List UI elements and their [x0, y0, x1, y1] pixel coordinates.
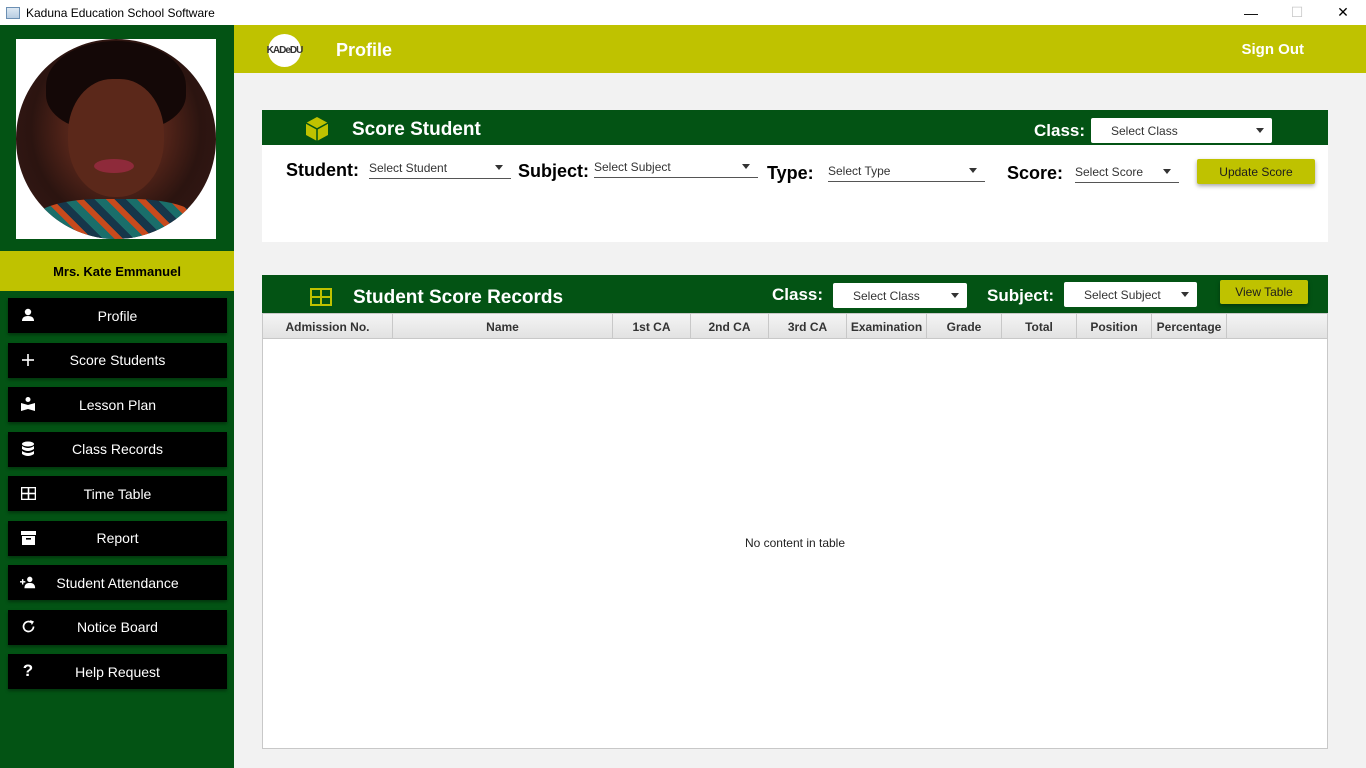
sidebar-nav: Profile Score Students Lesson Plan Class…: [8, 298, 227, 699]
column-header-3rd-ca[interactable]: 3rd CA: [769, 314, 847, 339]
column-header-name[interactable]: Name: [393, 314, 613, 339]
sidebar-item-student-attendance[interactable]: Student Attendance: [8, 565, 227, 600]
score-records-title: Student Score Records: [353, 287, 564, 308]
type-label: Type:: [767, 163, 814, 183]
user-name-bar: Mrs. Kate Emmanuel: [0, 251, 234, 291]
subject-select-value: Select Subject: [594, 159, 671, 174]
column-header-grade[interactable]: Grade: [927, 314, 1002, 339]
records-subject-select-value: Select Subject: [1084, 287, 1161, 302]
chevron-down-icon: [1181, 292, 1189, 297]
chevron-down-icon: [742, 164, 750, 169]
chevron-down-icon: [969, 168, 977, 173]
column-header-2nd-ca[interactable]: 2nd CA: [691, 314, 769, 339]
minimize-button[interactable]: —: [1228, 0, 1274, 25]
column-header-admission-no[interactable]: Admission No.: [263, 314, 393, 339]
score-select[interactable]: Select Score: [1075, 161, 1179, 183]
window-titlebar: Kaduna Education School Software — ☐ ✕: [0, 0, 1366, 25]
table-header: Admission No. Name 1st CA 2nd CA 3rd CA …: [263, 314, 1327, 339]
student-select[interactable]: Select Student: [369, 157, 511, 179]
window-title: Kaduna Education School Software: [26, 5, 215, 20]
sidebar-item-label: Lesson Plan: [78, 396, 157, 413]
subject-label: Subject:: [518, 161, 590, 181]
sidebar-item-notice-board[interactable]: Notice Board: [8, 609, 227, 645]
sidebar-item-label: Help Request: [75, 663, 160, 680]
logo-text: KADeDU: [266, 45, 304, 56]
score-select-value: Select Score: [1075, 164, 1144, 179]
records-class-select[interactable]: Select Class: [833, 283, 967, 308]
chevron-down-icon: [1163, 169, 1171, 174]
sidebar-item-score-students[interactable]: Score Students: [8, 342, 227, 378]
column-header-1st-ca[interactable]: 1st CA: [613, 314, 691, 339]
sidebar-item-class-records[interactable]: Class Records: [8, 431, 227, 467]
window-controls: — ☐ ✕: [1228, 0, 1366, 25]
type-select-value: Select Type: [828, 163, 891, 178]
column-header-percentage[interactable]: Percentage: [1152, 314, 1227, 339]
update-score-button[interactable]: Update Score: [1197, 159, 1315, 184]
school-logo: KADeDU: [266, 34, 304, 67]
maximize-button[interactable]: ☐: [1274, 0, 1320, 25]
empty-table-message: No content in table: [744, 536, 846, 550]
sidebar-item-label: Notice Board: [77, 619, 158, 635]
records-class-select-value: Select Class: [853, 288, 920, 303]
sidebar-item-label: Score Students: [69, 352, 166, 368]
score-label: Score:: [1007, 163, 1064, 183]
profile-photo-frame: [16, 39, 216, 239]
close-button[interactable]: ✕: [1320, 0, 1366, 25]
question-icon: ?: [22, 661, 34, 680]
page-title: Profile: [336, 40, 393, 60]
table-icon: [310, 288, 332, 306]
records-class-label: Class:: [772, 285, 824, 304]
score-student-header: Score Student Class: Select Class: [262, 110, 1328, 145]
sign-out-button[interactable]: Sign Out: [1242, 41, 1305, 58]
user-name: Mrs. Kate Emmanuel: [53, 263, 181, 279]
cube-icon: [305, 117, 329, 141]
view-table-button[interactable]: View Table: [1220, 280, 1308, 304]
student-label: Student:: [286, 160, 359, 180]
person-icon: [20, 307, 36, 323]
records-subject-select[interactable]: Select Subject: [1064, 282, 1197, 307]
class-select-value: Select Class: [1111, 123, 1178, 138]
score-records-header: Student Score Records Class: Select Clas…: [262, 275, 1328, 313]
class-label: Class:: [1034, 121, 1086, 140]
sidebar-item-label: Time Table: [83, 485, 152, 502]
sidebar-item-lesson-plan[interactable]: Lesson Plan: [8, 387, 227, 422]
chevron-down-icon: [1256, 128, 1264, 133]
archive-icon: [20, 530, 36, 546]
database-icon: [20, 441, 36, 457]
score-records-table: Admission No. Name 1st CA 2nd CA 3rd CA …: [262, 313, 1328, 749]
sidebar-item-time-table[interactable]: Time Table: [8, 476, 227, 511]
type-select[interactable]: Select Type: [828, 160, 985, 182]
chevron-down-icon: [495, 165, 503, 170]
column-header-examination[interactable]: Examination: [847, 314, 927, 339]
column-header-position[interactable]: Position: [1077, 314, 1152, 339]
chevron-down-icon: [951, 293, 959, 298]
book-reader-icon: [20, 396, 36, 412]
plus-icon: [20, 352, 36, 368]
column-header-total[interactable]: Total: [1002, 314, 1077, 339]
score-student-title: Score Student: [352, 119, 481, 140]
sidebar-item-report[interactable]: Report: [8, 520, 227, 556]
sidebar-item-profile[interactable]: Profile: [8, 298, 227, 333]
add-user-icon: [20, 574, 36, 590]
sidebar-item-label: Student Attendance: [56, 574, 179, 591]
sidebar-item-help-request[interactable]: ? Help Request: [8, 654, 227, 689]
student-select-value: Select Student: [369, 160, 448, 175]
sidebar-item-label: Profile: [97, 307, 138, 324]
sidebar: Mrs. Kate Emmanuel Profile Score Student…: [0, 25, 234, 768]
subject-select[interactable]: Select Subject: [594, 156, 758, 178]
sidebar-item-label: Class Records: [71, 441, 164, 457]
refresh-icon: [20, 619, 36, 635]
table-icon: [20, 485, 36, 501]
class-select[interactable]: Select Class: [1091, 118, 1272, 143]
avatar: [16, 39, 216, 239]
top-header: KADeDU Profile Sign Out: [234, 25, 1366, 73]
score-student-form: Student: Select Student Subject: Select …: [262, 145, 1328, 242]
app-icon: [6, 6, 20, 19]
records-subject-label: Subject:: [987, 286, 1055, 305]
sidebar-item-label: Report: [96, 530, 139, 546]
